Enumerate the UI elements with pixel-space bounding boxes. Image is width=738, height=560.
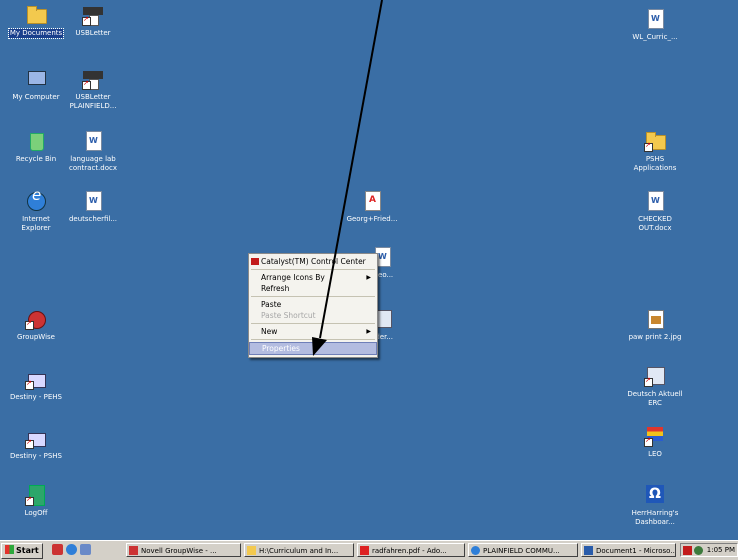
groupwise-icon	[129, 546, 138, 555]
house-shortcut-icon	[25, 368, 47, 390]
desktop-icon-logoff[interactable]: LogOff	[0, 484, 73, 518]
word-document-icon	[644, 190, 666, 212]
menu-item-catalyst[interactable]: Catalyst(TM) Control Center	[249, 256, 377, 267]
desktop-icon-paw-print[interactable]: paw print 2.jpg	[618, 308, 692, 342]
leo-shortcut-icon	[644, 425, 666, 447]
internet-explorer-icon	[471, 546, 480, 555]
windows-logo-icon	[5, 545, 14, 554]
desktop-icon-deutscherfil[interactable]: deutscherfil...	[56, 190, 130, 224]
desktop-icon-pshs-applications[interactable]: PSHS Applications	[618, 130, 692, 173]
pdf-document-icon	[361, 190, 383, 212]
desktop-icon-groupwise[interactable]: GroupWise	[0, 308, 73, 342]
image-file-icon	[644, 308, 666, 330]
internet-explorer-quicklaunch-icon[interactable]	[66, 544, 77, 555]
menu-separator	[251, 296, 375, 297]
usb-shortcut-icon	[82, 4, 104, 26]
desktop-icon-usbletter-plainfield[interactable]: USBLetter PLAINFIELD...	[56, 68, 130, 111]
word-document-icon	[82, 130, 104, 152]
document-shortcut-icon	[644, 365, 666, 387]
menu-item-properties[interactable]: Properties	[249, 342, 377, 355]
menu-item-paste[interactable]: Paste	[249, 299, 377, 310]
menu-item-refresh[interactable]: Refresh	[249, 283, 377, 294]
desktop-icon-destiny-pehs[interactable]: Destiny - PEHS	[0, 368, 73, 402]
desktop-icon-usbletter[interactable]: USBLetter	[56, 4, 130, 38]
recycle-bin-icon	[25, 130, 47, 152]
house-shortcut-icon	[25, 427, 47, 449]
system-tray: 1:05 PM	[680, 543, 738, 557]
context-menu: Catalyst(TM) Control Center Arrange Icon…	[248, 253, 378, 358]
ati-tray-icon[interactable]	[683, 546, 692, 555]
logoff-icon	[25, 484, 47, 506]
menu-separator	[251, 339, 375, 340]
menu-item-paste-shortcut[interactable]: Paste Shortcut	[249, 310, 377, 321]
taskbar-button-groupwise[interactable]: Novell GroupWise - ...	[126, 543, 241, 557]
desktop-icon-checked-out[interactable]: CHECKED OUT.docx	[618, 190, 692, 233]
menu-item-arrange-icons[interactable]: Arrange Icons By ▶	[249, 272, 377, 283]
folder-icon	[247, 546, 256, 555]
groupwise-icon	[25, 308, 47, 330]
clock[interactable]: 1:05 PM	[707, 544, 735, 557]
menu-separator	[251, 269, 375, 270]
desktop-icon-leo[interactable]: LEO	[618, 425, 692, 459]
taskbar-button-browser[interactable]: PLAINFIELD COMMU...	[468, 543, 578, 557]
taskbar-button-word[interactable]: Document1 - Microso...	[581, 543, 676, 557]
submenu-arrow-icon: ▶	[366, 328, 371, 335]
folder-shortcut-icon	[644, 130, 666, 152]
submenu-arrow-icon: ▶	[366, 274, 371, 281]
desktop[interactable]: My Documents My Computer Recycle Bin Int…	[0, 0, 738, 540]
word-document-icon	[82, 190, 104, 212]
folder-icon	[25, 4, 47, 26]
show-desktop-quicklaunch-icon[interactable]	[80, 544, 91, 555]
taskbar-button-explorer-folder[interactable]: H:\Curriculum and In...	[244, 543, 354, 557]
desktop-icon-dashboard[interactable]: Ω HerrHarring's Dashboar...	[618, 484, 692, 527]
taskbar-button-adobe[interactable]: radfahren.pdf - Ado...	[357, 543, 465, 557]
ati-icon	[251, 258, 259, 265]
menu-separator	[251, 323, 375, 324]
start-button[interactable]: Start	[1, 543, 43, 559]
desktop-icon-language-lab-contract[interactable]: language lab contract.docx	[56, 130, 130, 173]
taskbar: Start Novell GroupWise - ... H:\Curricul…	[0, 540, 738, 560]
word-icon	[584, 546, 593, 555]
computer-icon	[25, 68, 47, 90]
usb-shortcut-icon	[82, 68, 104, 90]
desktop-icon-georg-fried[interactable]: Georg+Fried...	[335, 190, 409, 224]
internet-explorer-icon	[25, 190, 47, 212]
desktop-icon-destiny-pshs[interactable]: Destiny - PSHS	[0, 427, 73, 461]
groupwise-quicklaunch-icon[interactable]	[52, 544, 63, 555]
dashboard-icon: Ω	[644, 484, 666, 506]
pdf-icon	[360, 546, 369, 555]
desktop-icon-wl-curric[interactable]: WL_Curric_...	[618, 8, 692, 42]
word-document-icon	[644, 8, 666, 30]
desktop-icon-deutsch-aktuell[interactable]: Deutsch Aktuell ERC	[618, 365, 692, 408]
menu-item-new[interactable]: New ▶	[249, 326, 377, 337]
security-tray-icon[interactable]	[694, 546, 703, 555]
